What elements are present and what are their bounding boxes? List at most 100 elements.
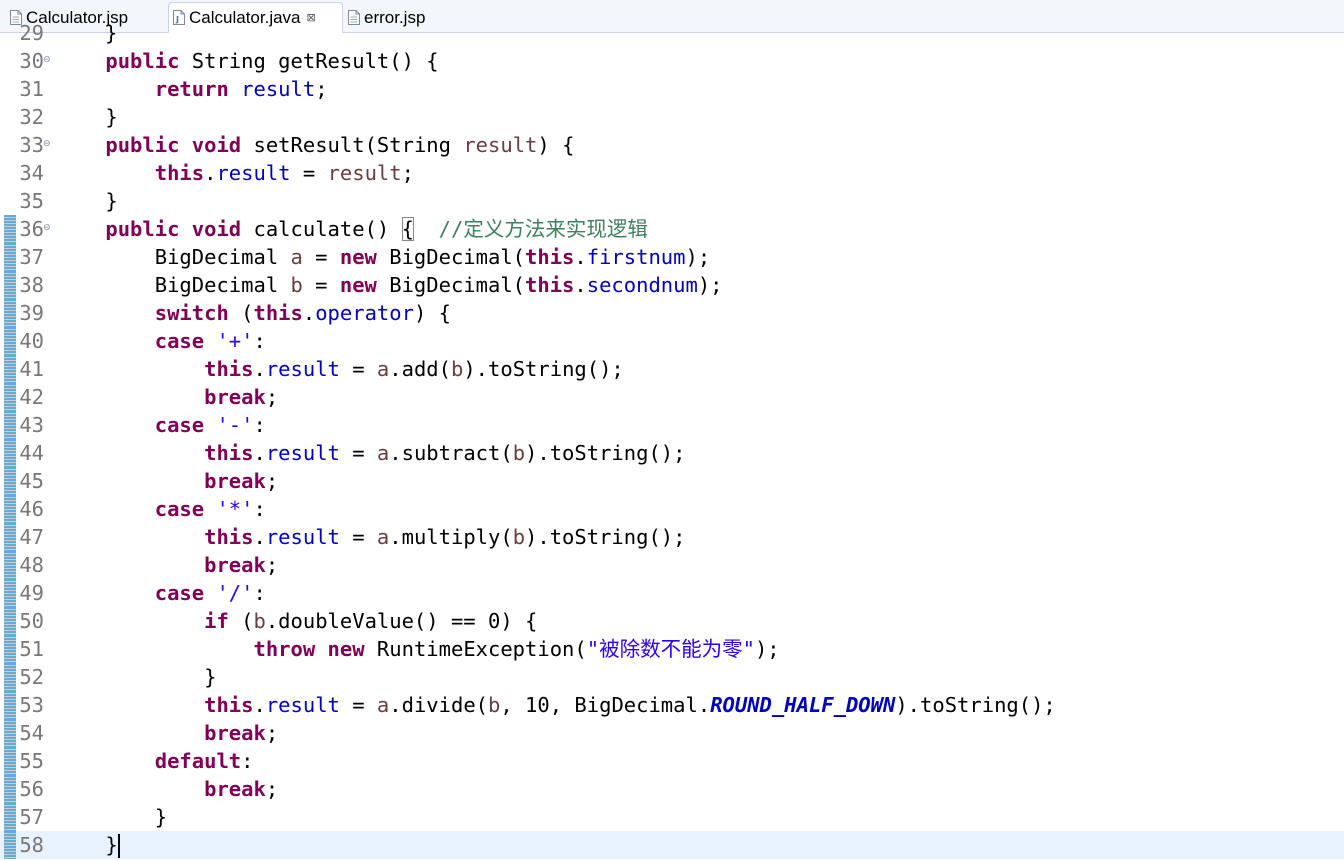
fold-toggle-icon[interactable]: ⊖ (43, 215, 51, 243)
token: ( (228, 609, 254, 633)
token-kw: this (154, 161, 205, 185)
code-text: this.result = a.divide(b, 10, BigDecimal… (56, 691, 1056, 719)
code-line[interactable]: 44 this.result = a.subtract(b).toString(… (0, 439, 1344, 467)
line-number: 39 (19, 301, 44, 325)
code-line[interactable]: 36 ⊖ public void calculate() { //定义方法来实现逻… (0, 215, 1344, 243)
token-var: b (290, 273, 303, 297)
code-line[interactable]: 40 case '+': (0, 327, 1344, 355)
token-kw: break (204, 469, 266, 493)
fold-toggle-icon[interactable]: ⊖ (43, 131, 51, 159)
token-var: a (376, 693, 390, 717)
token: = (339, 525, 377, 549)
token: ) { (537, 133, 575, 157)
line-number: 49 (19, 581, 44, 605)
code-text: } (56, 663, 216, 691)
code-line[interactable]: 57 } (0, 803, 1344, 831)
token-fld: firstnum (586, 245, 686, 269)
code-line[interactable]: 45 break; (0, 467, 1344, 495)
token-kw: break (204, 721, 266, 745)
token: } (56, 665, 217, 689)
token-kw: case (154, 329, 205, 353)
code-editor[interactable]: 29 } 30 ⊖ public String getResult() {31 r… (0, 21, 1344, 861)
code-line[interactable]: 34 this.result = result; (0, 159, 1344, 187)
code-line[interactable]: 38 BigDecimal b = new BigDecimal(this.se… (0, 271, 1344, 299)
token-kw: this (204, 357, 254, 381)
token-kw: void (191, 217, 242, 241)
token-fld: result (265, 357, 340, 381)
token-kw: public (105, 133, 180, 157)
code-line[interactable]: 43 case '-': (0, 411, 1344, 439)
token-fld: secondnum (586, 273, 698, 297)
token: .subtract( (389, 441, 513, 465)
code-line[interactable]: 47 this.result = a.multiply(b).toString(… (0, 523, 1344, 551)
code-line[interactable]: 58 } (0, 831, 1344, 859)
code-line[interactable]: 41 this.result = a.add(b).toString(); (0, 355, 1344, 383)
token: . (253, 441, 266, 465)
token: ).toString(); (463, 357, 624, 381)
token: , 10, BigDecimal. (500, 693, 711, 717)
code-line[interactable]: 53 this.result = a.divide(b, 10, BigDeci… (0, 691, 1344, 719)
token: BigDecimal( (376, 245, 526, 269)
token: ( (228, 301, 254, 325)
token-kw: switch (154, 301, 229, 325)
token-kw: this (525, 273, 575, 297)
token: } (56, 189, 118, 213)
code-text: case '-': (56, 411, 266, 439)
code-line[interactable]: 49 case '/': (0, 579, 1344, 607)
code-line[interactable]: 46 case '*': (0, 495, 1344, 523)
code-line[interactable]: 30 ⊖ public String getResult() { (0, 47, 1344, 75)
line-number: 51 (19, 637, 44, 661)
token-fld: result (265, 441, 340, 465)
token: RuntimeException( (364, 637, 587, 661)
code-line[interactable]: 48 break; (0, 551, 1344, 579)
token-var: b (488, 693, 501, 717)
line-number: 35 (19, 189, 44, 213)
code-line[interactable]: 35 } (0, 187, 1344, 215)
token: . (574, 245, 587, 269)
token: = (339, 357, 377, 381)
code-line[interactable]: 56 break; (0, 775, 1344, 803)
token: ; (315, 77, 328, 101)
token-kw: case (154, 497, 205, 521)
token: .add( (389, 357, 451, 381)
token: ; (265, 777, 279, 801)
code-line[interactable]: 32 } (0, 103, 1344, 131)
token: ).toString(); (525, 441, 686, 465)
token-kw: this (253, 301, 303, 325)
code-line[interactable]: 52 } (0, 663, 1344, 691)
token: ; (265, 385, 279, 409)
line-number: 45 (19, 469, 44, 493)
code-text: public void calculate() { //定义方法来实现逻辑 (56, 215, 648, 243)
token-kw: throw (253, 637, 316, 661)
token: = (302, 245, 340, 269)
line-number: 43 (19, 413, 44, 437)
fold-toggle-icon[interactable]: ⊖ (43, 47, 51, 75)
code-line[interactable]: 37 BigDecimal a = new BigDecimal(this.fi… (0, 243, 1344, 271)
token: .divide( (389, 693, 489, 717)
line-number: 53 (19, 693, 44, 717)
code-line[interactable]: 31 return result; (0, 75, 1344, 103)
code-line[interactable]: 55 default: (0, 747, 1344, 775)
code-line[interactable]: 54 break; (0, 719, 1344, 747)
line-number: 32 (19, 105, 44, 129)
code-line[interactable]: 33 ⊖ public void setResult(String result)… (0, 131, 1344, 159)
code-line[interactable]: 42 break; (0, 383, 1344, 411)
code-text: } (105, 21, 118, 45)
code-line[interactable]: 50 if (b.doubleValue() == 0) { (0, 607, 1344, 635)
token-kw: void (191, 133, 242, 157)
code-line[interactable]: 39 switch (this.operator) { (0, 299, 1344, 327)
code-line[interactable]: 51 throw new RuntimeException("被除数不能为零")… (0, 635, 1344, 663)
line-number: 37 (19, 245, 44, 269)
code-text: break; (56, 467, 278, 495)
